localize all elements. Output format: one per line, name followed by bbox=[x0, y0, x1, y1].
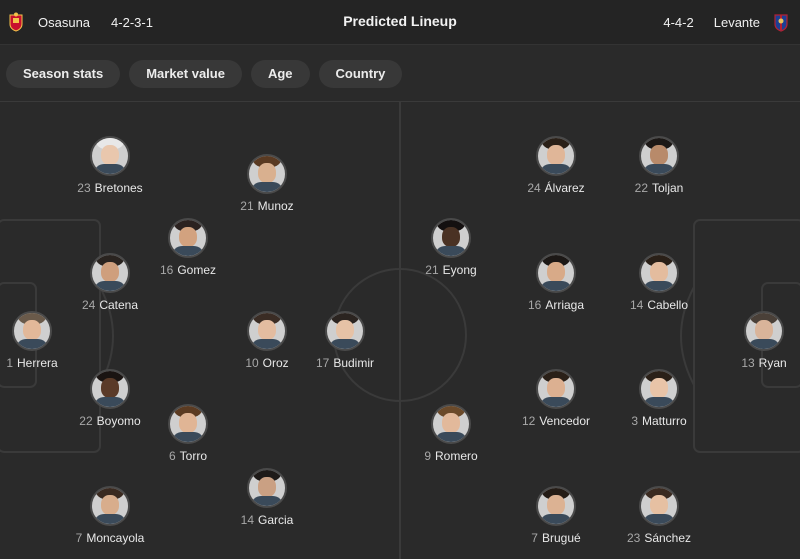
player-avatar bbox=[744, 311, 784, 351]
player-card[interactable]: 1 Herrera bbox=[0, 311, 92, 370]
player-avatar bbox=[90, 253, 130, 293]
player-avatar bbox=[536, 136, 576, 176]
player-avatar bbox=[639, 253, 679, 293]
player-card[interactable]: 7 Brugué bbox=[496, 486, 616, 545]
player-number: 21 bbox=[425, 263, 439, 277]
player-number: 22 bbox=[634, 181, 648, 195]
player-number: 24 bbox=[527, 181, 541, 195]
player-name: Sánchez bbox=[644, 531, 692, 545]
player-card[interactable]: 17 Budimir bbox=[285, 311, 405, 370]
player-number: 16 bbox=[527, 298, 542, 312]
player-name: Garcia bbox=[258, 513, 294, 527]
player-avatar bbox=[639, 486, 679, 526]
player-number: 13 bbox=[741, 356, 755, 370]
player-card[interactable]: 16 Arriaga bbox=[496, 253, 616, 312]
player-number: 10 bbox=[245, 356, 259, 370]
filter-country[interactable]: Country bbox=[318, 60, 403, 88]
player-card[interactable]: 13 Ryan bbox=[704, 311, 800, 370]
player-name: Brugué bbox=[541, 531, 581, 545]
player-name: Bretones bbox=[94, 181, 143, 195]
player-avatar bbox=[639, 369, 679, 409]
away-team-name: Levante bbox=[713, 14, 760, 30]
player-name: Ryan bbox=[758, 356, 787, 370]
player-number: 17 bbox=[315, 356, 330, 370]
player-avatar bbox=[536, 486, 576, 526]
player-name: Torro bbox=[179, 449, 208, 463]
player-card[interactable]: 14 Cabello bbox=[599, 253, 719, 312]
player-avatar bbox=[247, 468, 287, 508]
player-name: Romero bbox=[435, 449, 478, 463]
player-card[interactable]: 24 Álvarez bbox=[496, 136, 616, 195]
player-avatar bbox=[536, 369, 576, 409]
player-number: 6 bbox=[168, 449, 176, 463]
player-card[interactable]: 3 Matturro bbox=[599, 369, 719, 428]
filter-market-value[interactable]: Market value bbox=[129, 60, 242, 88]
player-name: Catena bbox=[99, 298, 139, 312]
player-number: 12 bbox=[521, 414, 536, 428]
player-name: Eyong bbox=[442, 263, 477, 277]
player-number: 22 bbox=[79, 414, 93, 428]
player-card[interactable]: 24 Catena bbox=[50, 253, 170, 312]
osasuna-crest-icon bbox=[8, 12, 24, 32]
player-name: Moncayola bbox=[86, 531, 145, 545]
home-team-name: Osasuna bbox=[38, 14, 91, 30]
player-name: Vencedor bbox=[539, 414, 591, 428]
player-card[interactable]: 22 Toljan bbox=[599, 136, 719, 195]
player-number: 23 bbox=[77, 181, 91, 195]
player-avatar bbox=[90, 136, 130, 176]
player-name: Arriaga bbox=[545, 298, 585, 312]
player-avatar bbox=[247, 311, 287, 351]
player-card[interactable]: 12 Vencedor bbox=[496, 369, 616, 428]
player-number: 14 bbox=[240, 513, 254, 527]
player-avatar bbox=[536, 253, 576, 293]
player-card[interactable]: 14 Garcia bbox=[207, 468, 327, 527]
player-card[interactable]: 23 Bretones bbox=[50, 136, 170, 195]
player-number: 7 bbox=[75, 531, 83, 545]
away-formation: 4-4-2 bbox=[663, 14, 694, 30]
match-header: Osasuna 4-2-3-1 Predicted Lineup 4-4-2 L… bbox=[0, 0, 800, 45]
player-number: 1 bbox=[6, 356, 13, 370]
player-number: 21 bbox=[240, 199, 254, 213]
player-card[interactable]: 21 Eyong bbox=[391, 218, 511, 277]
player-avatar bbox=[639, 136, 679, 176]
player-name: Budimir bbox=[333, 356, 375, 370]
home-formation: 4-2-3-1 bbox=[111, 14, 153, 30]
filter-age[interactable]: Age bbox=[250, 60, 310, 88]
pitch: 23 Bretones 21 Munoz 16 Gomez 24 Catena 1 Her… bbox=[0, 101, 800, 559]
player-name: Munoz bbox=[257, 199, 294, 213]
player-number: 9 bbox=[424, 449, 431, 463]
home-team[interactable]: Osasuna 4-2-3-1 bbox=[8, 0, 153, 44]
player-card[interactable]: 6 Torro bbox=[128, 404, 248, 463]
player-avatar bbox=[247, 154, 287, 194]
player-card[interactable]: 21 Munoz bbox=[207, 154, 327, 213]
player-name: Toljan bbox=[652, 181, 684, 195]
player-number: 23 bbox=[626, 531, 641, 545]
player-avatar bbox=[168, 218, 208, 258]
player-name: Álvarez bbox=[544, 181, 585, 195]
away-team[interactable]: 4-4-2 Levante bbox=[663, 0, 789, 44]
player-card[interactable]: 23 Sánchez bbox=[599, 486, 719, 545]
filter-bar: Season stats Market value Age Country bbox=[6, 60, 403, 88]
player-name: Gomez bbox=[177, 263, 217, 277]
player-number: 3 bbox=[631, 414, 638, 428]
player-card[interactable]: 9 Romero bbox=[391, 404, 511, 463]
player-card[interactable]: 7 Moncayola bbox=[50, 486, 170, 545]
player-avatar bbox=[325, 311, 365, 351]
levante-crest-icon bbox=[773, 12, 789, 32]
player-avatar bbox=[431, 218, 471, 258]
filter-season-stats[interactable]: Season stats bbox=[6, 60, 121, 88]
player-number: 7 bbox=[531, 531, 538, 545]
player-avatar bbox=[168, 404, 208, 444]
player-name: Cabello bbox=[647, 298, 689, 312]
player-avatar bbox=[12, 311, 52, 351]
player-avatar bbox=[90, 369, 130, 409]
player-avatar bbox=[431, 404, 471, 444]
player-number: 24 bbox=[81, 298, 96, 312]
player-name: Matturro bbox=[642, 414, 687, 428]
player-avatar bbox=[90, 486, 130, 526]
player-number: 14 bbox=[629, 298, 644, 312]
player-name: Herrera bbox=[17, 356, 58, 370]
